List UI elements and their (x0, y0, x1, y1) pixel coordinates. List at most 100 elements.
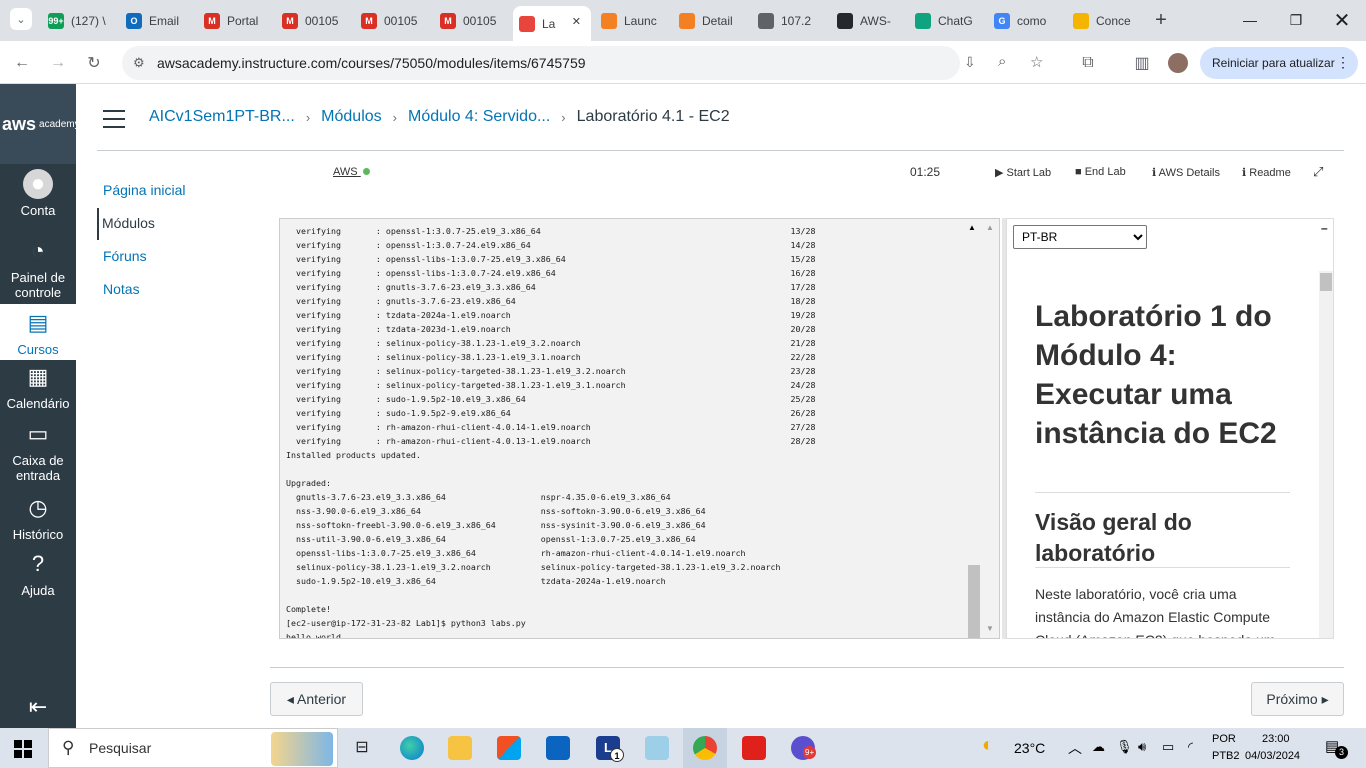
scroll-down-icon[interactable]: ▼ (986, 624, 994, 633)
fullscreen-icon[interactable]: ⤢ (1313, 164, 1323, 180)
more-menu-icon[interactable]: ⋮ (1336, 54, 1350, 71)
terminal-panel[interactable]: verifying : openssl-1:3.0.7-25.el9_3.x86… (279, 218, 1000, 639)
breadcrumb-course[interactable]: AICv1Sem1PT-BR... (149, 108, 295, 126)
profile-avatar[interactable] (1168, 53, 1188, 73)
browser-tab[interactable]: ChatG (909, 6, 983, 35)
input-lang-2[interactable]: PTB2 (1212, 750, 1240, 762)
pdf-reader-icon[interactable] (742, 736, 766, 760)
edge-icon[interactable] (400, 736, 424, 760)
notification-icon[interactable]: ▤ 3 (1325, 737, 1348, 759)
browser-tab[interactable]: AWS- (831, 6, 905, 35)
scroll-up-icon-2[interactable]: ▲ (986, 223, 994, 232)
browser-tab[interactable]: M Portal (198, 6, 272, 35)
browser-tab[interactable]: 99+ (127) \ (42, 6, 116, 35)
tab-search-icon[interactable]: ⌄ (10, 8, 32, 30)
scroll-up-icon[interactable]: ▲ (968, 223, 976, 232)
file-explorer-icon[interactable] (448, 736, 472, 760)
language-select[interactable]: PT-BR (1013, 225, 1147, 249)
readme-scrollbar[interactable] (1319, 271, 1333, 638)
course-nav-forums[interactable]: Fóruns (103, 248, 147, 264)
browser-tab[interactable]: Conce (1067, 6, 1141, 35)
browser-tab[interactable]: M 00105 (355, 6, 429, 35)
previous-button[interactable]: ◂ Anterior (270, 682, 363, 716)
taskbar-search[interactable]: ⚲ Pesquisar (48, 728, 338, 768)
tray-chevron-icon[interactable]: ︿ (1068, 738, 1082, 758)
next-button[interactable]: Próximo ▸ (1251, 682, 1344, 716)
end-lab-button[interactable]: ■ End Lab (1075, 166, 1126, 178)
start-lab-button[interactable]: ▶ Start Lab (995, 166, 1051, 179)
side-panel-icon[interactable]: ▥ (1130, 51, 1154, 75)
tab-label: Launc (624, 13, 657, 28)
address-bar[interactable]: ⚙ awsacademy.instructure.com/courses/750… (122, 46, 1043, 80)
aws-details-button[interactable]: ℹ AWS Details (1152, 166, 1220, 179)
mic-icon[interactable]: 🎙︎ (1116, 739, 1133, 755)
browser-tab[interactable]: Launc (595, 6, 669, 35)
app-icon[interactable] (645, 736, 669, 760)
minimize-button[interactable]: — (1232, 8, 1268, 32)
course-nav-home[interactable]: Página inicial (103, 182, 186, 198)
nav-calendar[interactable]: ▦ Calendário (0, 362, 76, 411)
browser-tab[interactable]: Gcomo (988, 6, 1062, 35)
wifi-icon[interactable]: ◜ (1188, 739, 1193, 755)
weather-icon[interactable]: ◐ (982, 734, 994, 757)
nav-dashboard[interactable]: ◔ Painel de controle (0, 236, 76, 300)
close-window-button[interactable]: ✕ (1324, 8, 1360, 32)
tab-label: ChatG (938, 13, 973, 28)
browser-tab[interactable]: M 00105 (434, 6, 508, 35)
breadcrumb-current: Laboratório 4.1 - EC2 (576, 108, 730, 125)
browser-tab[interactable]: La ✕ (513, 6, 591, 41)
extensions-icon[interactable]: ⧉ (1076, 51, 1100, 75)
browser-tab[interactable]: Detail (673, 6, 747, 35)
readme-scroll-thumb[interactable] (1320, 273, 1332, 291)
clock-date[interactable]: 04/03/2024 (1245, 750, 1300, 762)
lync-icon[interactable]: L1 (596, 736, 624, 762)
terminal-scroll-thumb[interactable] (968, 565, 980, 638)
tab-favicon-icon (758, 12, 774, 29)
clock-time[interactable]: 23:00 (1262, 733, 1290, 745)
store-icon[interactable] (497, 736, 521, 760)
nav-courses[interactable]: ▤ Cursos (0, 304, 76, 360)
browser-tab[interactable]: 107.2 (752, 6, 826, 35)
task-view-icon[interactable]: ⊟ (350, 736, 374, 760)
back-icon[interactable]: ← (10, 51, 34, 75)
browser-tab[interactable]: M 00105 (276, 6, 350, 35)
restart-to-update-button[interactable]: Reiniciar para atualizar ⋮ (1200, 47, 1358, 79)
weather-temp[interactable]: 23°C (1014, 740, 1045, 756)
chrome-profile-icon[interactable]: 9+ (791, 736, 817, 760)
input-lang-1[interactable]: POR (1212, 733, 1236, 745)
aws-academy-logo[interactable]: aws academy (0, 84, 80, 164)
mail-icon[interactable] (546, 736, 570, 760)
browser-tab[interactable]: O Email (120, 6, 194, 35)
reload-icon[interactable]: ↻ (82, 51, 106, 75)
new-tab-button[interactable]: + (1149, 8, 1173, 32)
chrome-taskbar-active[interactable] (683, 728, 727, 768)
nav-calendar-label: Calendário (6, 396, 70, 411)
install-icon[interactable]: ⇩ (964, 54, 976, 71)
readme-button[interactable]: ℹ Readme (1242, 166, 1291, 179)
aws-console-link[interactable]: AWS (333, 166, 370, 178)
nav-history[interactable]: ◷ Histórico (0, 493, 76, 542)
nav-account[interactable]: ● Conta (0, 169, 76, 218)
start-icon[interactable] (14, 740, 32, 758)
close-tab-icon[interactable]: ✕ (572, 15, 581, 28)
forward-icon[interactable]: → (46, 51, 70, 75)
nav-inbox[interactable]: ▭ Caixa de entrada (0, 419, 76, 483)
battery-icon[interactable]: ▭ (1162, 739, 1174, 755)
breadcrumb-modules[interactable]: Módulos (321, 108, 381, 126)
nav-help[interactable]: ? Ajuda (0, 549, 76, 598)
zoom-icon[interactable]: ⌕ (998, 53, 1006, 70)
bookmark-star-icon[interactable]: ☆ (1030, 53, 1043, 71)
collapse-nav-icon[interactable]: ⇤ (0, 694, 76, 720)
nav-dashboard-label-1: Painel de (10, 270, 66, 285)
breadcrumb-module[interactable]: Módulo 4: Servido... (408, 108, 550, 126)
course-nav-modules[interactable]: Módulos (102, 215, 155, 231)
aws-details-label: AWS Details (1158, 167, 1220, 179)
course-nav-notes[interactable]: Notas (103, 281, 140, 297)
collapse-readme-icon[interactable]: – (1321, 221, 1328, 235)
volume-icon[interactable]: 🔊︎ (1138, 739, 1146, 755)
network-icon[interactable]: ☁ (1092, 739, 1105, 755)
tab-label: (127) \ (71, 13, 106, 28)
course-menu-toggle-icon[interactable] (103, 110, 125, 128)
maximize-button[interactable]: ❐ (1278, 8, 1314, 32)
site-info-icon[interactable]: ⚙ (133, 55, 145, 71)
